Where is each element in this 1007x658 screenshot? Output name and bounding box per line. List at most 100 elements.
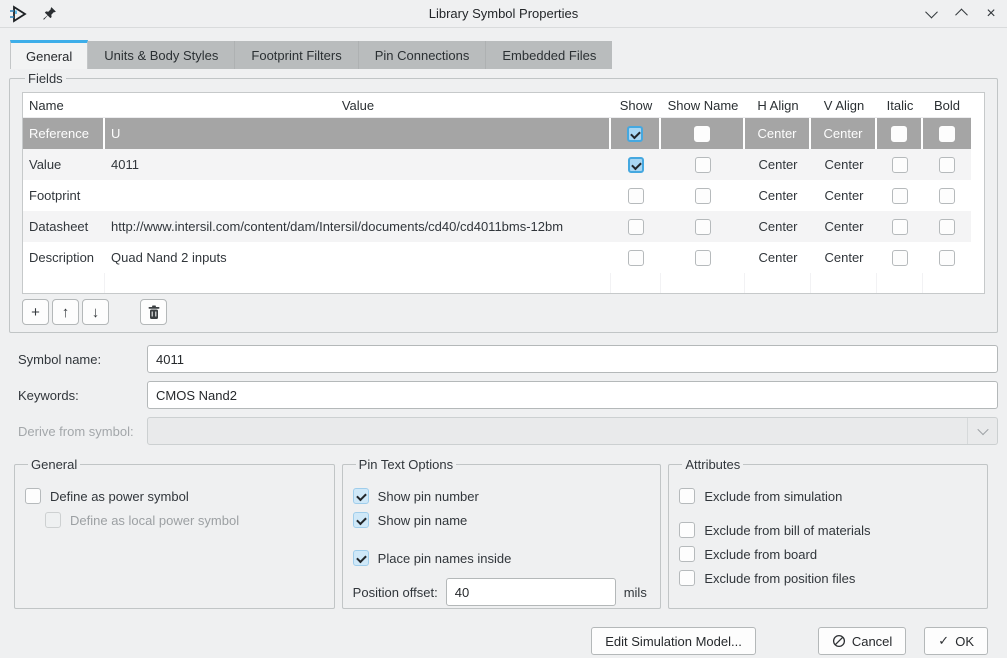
show-cell[interactable] [611,118,661,149]
field-name-cell[interactable]: Description [23,242,105,273]
position-offset-input[interactable] [446,578,616,606]
window-shade-button[interactable] [923,6,939,22]
define-as-power-symbol-checkbox[interactable] [25,488,41,504]
exclude-from-position-files-checkbox[interactable] [679,570,695,586]
italic-checkbox[interactable] [892,250,908,266]
show-checkbox[interactable] [628,219,644,235]
field-name-cell[interactable]: Footprint [23,180,105,211]
v-align-cell[interactable]: Center [811,242,877,273]
bold-cell[interactable] [923,180,971,211]
show-cell[interactable] [611,211,661,242]
table-row[interactable]: Datasheethttp://www.intersil.com/content… [23,211,971,242]
ok-button[interactable]: ✓ OK [924,627,988,655]
cancel-button[interactable]: Cancel [818,627,906,655]
checkbox-row[interactable]: Exclude from simulation [679,488,977,504]
v-align-cell[interactable]: Center [811,149,877,180]
bold-checkbox[interactable] [939,157,955,173]
bold-cell[interactable] [923,149,971,180]
field-value-cell[interactable]: 4011 [105,149,611,180]
tab-pin-connections[interactable]: Pin Connections [358,41,486,69]
show-name-cell[interactable] [661,180,745,211]
show-checkbox[interactable] [627,126,643,142]
italic-checkbox[interactable] [892,188,908,204]
window-close-button[interactable]: × [983,6,999,22]
italic-cell[interactable] [877,242,923,273]
h-align-cell[interactable]: Center [745,149,811,180]
field-value-cell[interactable]: http://www.intersil.com/content/dam/Inte… [105,211,611,242]
table-row[interactable]: DescriptionQuad Nand 2 inputsCenterCente… [23,242,971,273]
checkbox-row[interactable]: Place pin names inside [353,550,651,566]
checkbox-row[interactable]: Show pin number [353,488,651,504]
h-align-cell[interactable]: Center [745,211,811,242]
field-value-cell[interactable]: Quad Nand 2 inputs [105,242,611,273]
show-name-cell[interactable] [661,118,745,149]
italic-checkbox[interactable] [891,126,907,142]
field-name-cell[interactable]: Reference [23,118,105,149]
italic-checkbox[interactable] [892,219,908,235]
table-row[interactable]: Footprint CenterCenter [23,180,971,211]
show-pin-name-checkbox[interactable] [353,512,369,528]
tab-embedded-files[interactable]: Embedded Files [485,41,612,69]
pin-icon[interactable] [40,5,58,23]
show-checkbox[interactable] [628,157,644,173]
table-row[interactable]: ReferenceU CenterCenter [23,118,971,149]
show-name-checkbox[interactable] [694,126,710,142]
bold-cell[interactable] [923,211,971,242]
show-checkbox[interactable] [628,250,644,266]
checkbox-row[interactable]: Define as power symbol [25,488,324,504]
field-value-cell[interactable]: U [105,118,611,149]
exclude-from-simulation-checkbox[interactable] [679,488,695,504]
v-align-cell[interactable]: Center [811,211,877,242]
bold-cell[interactable] [923,242,971,273]
checkbox-row[interactable]: Exclude from bill of materials [679,522,977,538]
show-name-cell[interactable] [661,211,745,242]
italic-cell[interactable] [877,180,923,211]
show-pin-number-checkbox[interactable] [353,488,369,504]
bold-cell[interactable] [923,118,971,149]
checkbox-row[interactable]: Exclude from board [679,546,977,562]
show-name-cell[interactable] [661,242,745,273]
h-align-cell[interactable]: Center [745,180,811,211]
bold-checkbox[interactable] [939,188,955,204]
italic-cell[interactable] [877,211,923,242]
tab-general[interactable]: General [10,40,88,69]
window-maximize-button[interactable] [953,6,969,22]
show-name-cell[interactable] [661,149,745,180]
bold-checkbox[interactable] [939,219,955,235]
move-down-button[interactable]: ↓ [82,299,109,325]
show-name-checkbox[interactable] [695,157,711,173]
table-row[interactable]: Value4011 CenterCenter [23,149,971,180]
bold-checkbox[interactable] [939,126,955,142]
show-cell[interactable] [611,149,661,180]
keywords-input[interactable] [147,381,998,409]
symbol-name-input[interactable] [147,345,998,373]
exclude-from-board-checkbox[interactable] [679,546,695,562]
delete-field-button[interactable] [140,299,167,325]
place-pin-names-inside-checkbox[interactable] [353,550,369,566]
bold-checkbox[interactable] [939,250,955,266]
tab-units-body-styles[interactable]: Units & Body Styles [88,41,234,69]
h-align-cell[interactable]: Center [745,118,811,149]
move-up-button[interactable]: ↑ [52,299,79,325]
checkbox-row[interactable]: Exclude from position files [679,570,977,586]
italic-cell[interactable] [877,118,923,149]
field-value-cell[interactable] [105,180,611,211]
show-name-checkbox[interactable] [695,219,711,235]
add-field-button[interactable]: + [22,299,49,325]
show-name-checkbox[interactable] [695,188,711,204]
show-cell[interactable] [611,242,661,273]
field-name-cell[interactable]: Value [23,149,105,180]
show-cell[interactable] [611,180,661,211]
show-checkbox[interactable] [628,188,644,204]
checkbox-row[interactable]: Show pin name [353,512,651,528]
v-align-cell[interactable]: Center [811,180,877,211]
tab-footprint-filters[interactable]: Footprint Filters [234,41,357,69]
italic-cell[interactable] [877,149,923,180]
edit-simulation-model-button[interactable]: Edit Simulation Model... [591,627,756,655]
fields-table[interactable]: NameValueShowShow NameH AlignV AlignItal… [22,92,985,294]
show-name-checkbox[interactable] [695,250,711,266]
v-align-cell[interactable]: Center [811,118,877,149]
italic-checkbox[interactable] [892,157,908,173]
exclude-from-bill-of-materials-checkbox[interactable] [679,522,695,538]
field-name-cell[interactable]: Datasheet [23,211,105,242]
